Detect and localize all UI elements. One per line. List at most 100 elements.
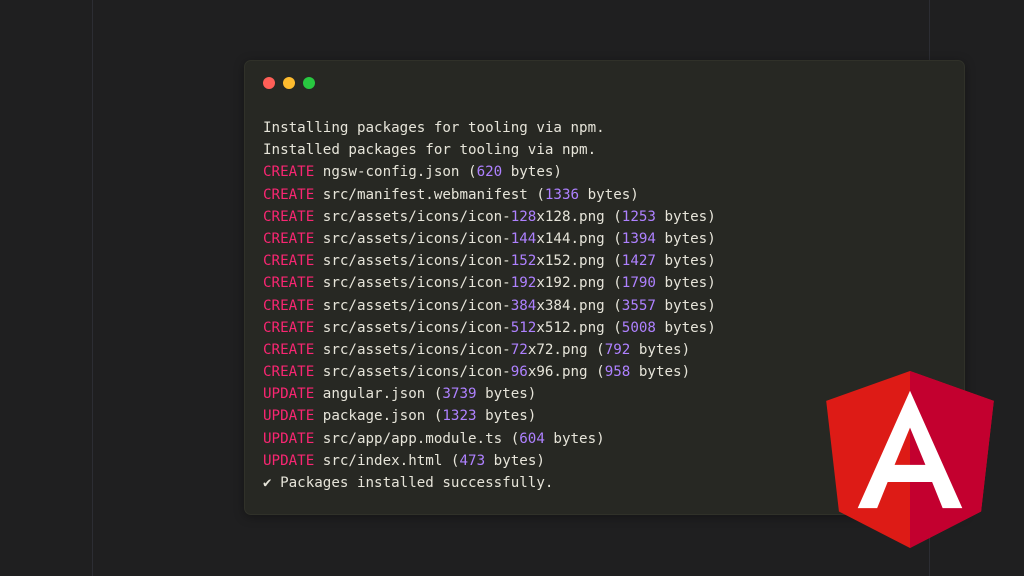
byte-count: 1394 (621, 230, 656, 247)
terminal-line: CREATE src/assets/icons/icon-72x72.png (… (263, 339, 954, 361)
file-path: package.json (322, 408, 426, 425)
icon-size-number: 192 (510, 275, 537, 292)
file-path: src/manifest.webmanifest (322, 186, 528, 203)
file-path: src/assets/icons/icon- (322, 253, 511, 270)
bytes-suffix: bytes) (655, 275, 716, 292)
file-path-suffix: x144.png (536, 230, 605, 247)
terminal-line: CREATE src/assets/icons/icon-152x152.png… (263, 250, 954, 272)
file-path-suffix: x384.png (536, 297, 605, 314)
paren-open: ( (604, 319, 622, 336)
byte-count: 792 (604, 341, 631, 358)
action-keyword: UPDATE (263, 408, 315, 425)
file-path: src/assets/icons/icon- (322, 341, 511, 358)
file-path-suffix: x128.png (536, 208, 605, 225)
icon-size-number: 512 (510, 319, 537, 336)
file-path: src/assets/icons/icon- (322, 297, 511, 314)
icon-size-number: 144 (510, 230, 537, 247)
line-text: ✔ Packages installed successfully. (263, 475, 554, 491)
action-keyword: CREATE (263, 253, 315, 270)
bytes-suffix: bytes) (630, 341, 691, 358)
byte-count: 1253 (621, 208, 656, 225)
maximize-light-icon[interactable] (303, 77, 315, 89)
action-keyword: UPDATE (263, 386, 315, 403)
content-frame: Installing packages for tooling via npm.… (92, 0, 965, 576)
icon-size-number: 128 (510, 208, 537, 225)
action-keyword: UPDATE (263, 430, 315, 447)
paren-open: ( (425, 386, 443, 403)
file-path: src/index.html (322, 452, 443, 469)
terminal-line: Installing packages for tooling via npm. (263, 117, 954, 139)
bytes-suffix: bytes) (655, 319, 716, 336)
action-keyword: UPDATE (263, 452, 315, 469)
terminal-line: CREATE src/assets/icons/icon-192x192.png… (263, 272, 954, 294)
action-keyword: CREATE (263, 341, 315, 358)
icon-size-number: 72 (510, 341, 528, 358)
paren-open: ( (425, 408, 443, 425)
terminal-line: CREATE src/assets/icons/icon-512x512.png… (263, 317, 954, 339)
bytes-suffix: bytes) (544, 430, 605, 447)
byte-count: 620 (476, 164, 503, 181)
icon-size-number: 152 (510, 253, 537, 270)
action-keyword: CREATE (263, 275, 315, 292)
byte-count: 473 (459, 452, 486, 469)
action-keyword: CREATE (263, 297, 315, 314)
minimize-light-icon[interactable] (283, 77, 295, 89)
icon-size-number: 384 (510, 297, 537, 314)
file-path: ngsw-config.json (322, 164, 460, 181)
bytes-suffix: bytes) (655, 230, 716, 247)
byte-count: 1790 (621, 275, 656, 292)
file-path: src/assets/icons/icon- (322, 319, 511, 336)
file-path-suffix: x152.png (536, 253, 605, 270)
bytes-suffix: bytes) (502, 164, 562, 181)
close-light-icon[interactable] (263, 77, 275, 89)
action-keyword: CREATE (263, 230, 315, 247)
paren-open: ( (604, 275, 622, 292)
file-path-suffix: x96.png (527, 364, 588, 381)
action-keyword: CREATE (263, 186, 315, 203)
paren-open: ( (587, 341, 605, 358)
terminal-line: CREATE src/assets/icons/icon-128x128.png… (263, 206, 954, 228)
file-path: src/app/app.module.ts (322, 430, 503, 447)
byte-count: 1323 (442, 408, 477, 425)
bytes-suffix: bytes) (476, 408, 537, 425)
action-keyword: CREATE (263, 364, 315, 381)
bytes-suffix: bytes) (579, 186, 639, 203)
terminal-line: CREATE src/assets/icons/icon-144x144.png… (263, 228, 954, 250)
bytes-suffix: bytes) (630, 364, 691, 381)
window-controls (263, 77, 315, 89)
paren-open: ( (604, 297, 622, 314)
paren-open: ( (502, 430, 520, 447)
terminal-line: CREATE ngsw-config.json (620 bytes) (263, 161, 954, 183)
paren-open: ( (527, 186, 545, 203)
byte-count: 5008 (621, 319, 656, 336)
file-path: angular.json (322, 386, 426, 403)
bytes-suffix: bytes) (485, 452, 545, 469)
paren-open: ( (604, 208, 622, 225)
byte-count: 1427 (621, 253, 656, 270)
file-path: src/assets/icons/icon- (322, 364, 511, 381)
paren-open: ( (604, 253, 622, 270)
bytes-suffix: bytes) (655, 297, 716, 314)
angular-shield-right (910, 371, 994, 548)
angular-logo-icon (826, 371, 994, 548)
file-path-suffix: x512.png (536, 319, 605, 336)
paren-open: ( (604, 230, 622, 247)
file-path-suffix: x192.png (536, 275, 605, 292)
line-text: Installed packages for tooling via npm. (263, 142, 597, 159)
byte-count: 958 (604, 364, 631, 381)
file-path: src/assets/icons/icon- (322, 275, 511, 292)
icon-size-number: 96 (510, 364, 528, 381)
terminal-line: CREATE src/manifest.webmanifest (1336 by… (263, 184, 954, 206)
